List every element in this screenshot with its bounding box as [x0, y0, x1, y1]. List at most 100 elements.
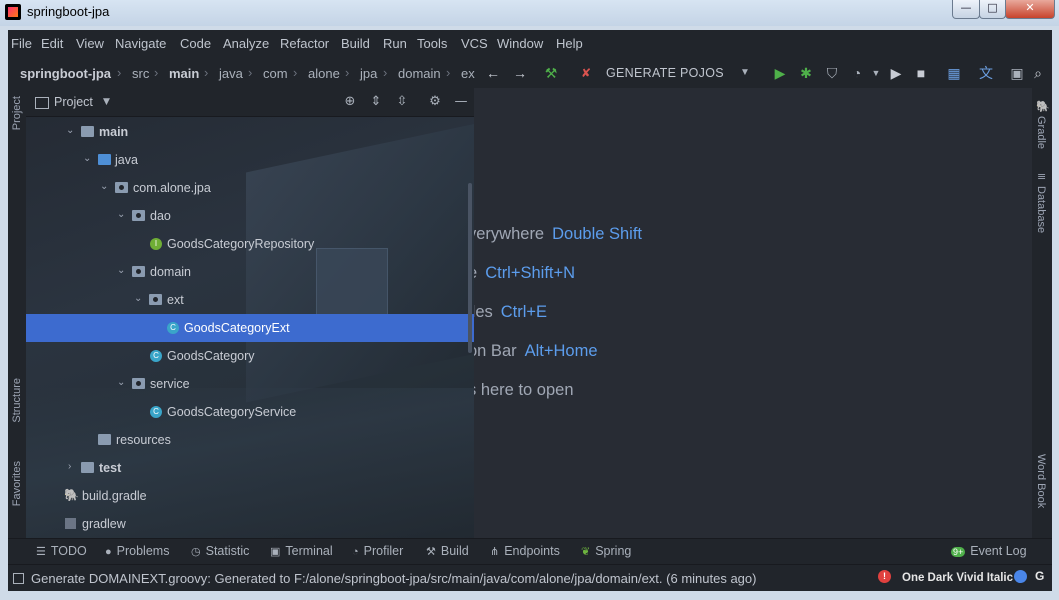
- tool-window-profiler[interactable]: ◔ Profiler: [352, 544, 403, 558]
- tree-item-java[interactable]: ⌄ java: [26, 146, 474, 174]
- tool-window-endpoints[interactable]: ⋔ Endpoints: [490, 544, 560, 558]
- chevron-down-icon[interactable]: ⌄: [100, 181, 108, 192]
- resume-icon[interactable]: ▶: [887, 64, 905, 82]
- tool-window-spring[interactable]: ❦ Spring: [581, 544, 631, 558]
- tree-item-goodscategoryext[interactable]: C GoodsCategoryExt: [26, 314, 474, 342]
- tree-item-test[interactable]: › test: [26, 454, 474, 482]
- package-icon: [115, 182, 128, 193]
- chevron-down-icon[interactable]: ⌄: [117, 209, 125, 220]
- tool-label: Event Log: [970, 544, 1027, 558]
- profiler-icon: ◔: [352, 546, 359, 558]
- tool-window-build[interactable]: ⚒ Build: [426, 544, 469, 558]
- menu-navigate[interactable]: Navigate: [115, 36, 166, 51]
- project-structure-icon[interactable]: ▦: [945, 64, 963, 82]
- breadcrumb-src[interactable]: src: [132, 66, 149, 81]
- menu-view[interactable]: View: [76, 36, 104, 51]
- expand-all-icon[interactable]: ⇕: [367, 93, 385, 111]
- tool-window-terminal[interactable]: ▣ Terminal: [270, 544, 333, 558]
- project-tool-window: Project ▼ ⊕ ⇕ ⇳ ⚙ — ⌄ main ⌄ java ⌄ com.…: [26, 88, 474, 538]
- menu-build[interactable]: Build: [341, 36, 370, 51]
- tree-item-goodscategory[interactable]: C GoodsCategory: [26, 342, 474, 370]
- tree-item-gradlew[interactable]: gradlew: [26, 510, 474, 538]
- translate-icon[interactable]: 文: [977, 64, 995, 82]
- stop-icon[interactable]: ■: [912, 64, 930, 82]
- tree-item-goodscategoryservice[interactable]: C GoodsCategoryService: [26, 398, 474, 426]
- search-icon[interactable]: ⌕: [1029, 64, 1047, 82]
- menu-tools[interactable]: Tools: [417, 36, 447, 51]
- tool-window-project[interactable]: Project: [11, 96, 23, 130]
- tool-window-word-book[interactable]: Word Book: [1035, 454, 1047, 508]
- tool-window-problems[interactable]: ● Problems: [105, 544, 169, 558]
- profiler-run-icon[interactable]: ◔: [848, 64, 866, 82]
- tree-item-build-gradle[interactable]: 🐘 build.gradle: [26, 482, 474, 510]
- hide-panel-icon[interactable]: —: [452, 93, 470, 111]
- error-indicator-icon[interactable]: !: [878, 570, 891, 583]
- tree-item-service[interactable]: ⌄ service: [26, 370, 474, 398]
- run-configuration-selector[interactable]: GENERATE POJOS: [606, 66, 724, 80]
- breadcrumb-jpa[interactable]: jpa: [360, 66, 377, 81]
- chevron-down-icon[interactable]: ⌄: [117, 377, 125, 388]
- chevron-down-icon[interactable]: ⌄: [134, 293, 142, 304]
- theme-name[interactable]: One Dark Vivid Italic: [902, 572, 1013, 584]
- menu-window[interactable]: Window: [497, 36, 543, 51]
- project-view-selector[interactable]: Project: [54, 95, 93, 109]
- tool-window-favorites[interactable]: Favorites: [11, 461, 23, 506]
- tree-item-main[interactable]: ⌄ main: [26, 118, 474, 146]
- menu-refactor[interactable]: Refactor: [280, 36, 329, 51]
- breadcrumb-ext[interactable]: ex: [461, 66, 475, 81]
- close-button[interactable]: ✕: [1005, 0, 1055, 19]
- menu-run[interactable]: Run: [383, 36, 407, 51]
- tool-window-structure[interactable]: Structure: [11, 378, 23, 423]
- gear-icon[interactable]: ⚙: [426, 93, 444, 111]
- breadcrumb-main[interactable]: main: [169, 66, 199, 81]
- tool-window-event-log[interactable]: 9+ Event Log: [951, 544, 1027, 558]
- google-icon[interactable]: G: [1035, 569, 1044, 583]
- breadcrumb-domain[interactable]: domain: [398, 66, 441, 81]
- status-message[interactable]: Generate DOMAINEXT.groovy: Generated to …: [31, 571, 756, 586]
- breadcrumb-java[interactable]: java: [219, 66, 243, 81]
- tree-item-ext[interactable]: ⌄ ext: [26, 286, 474, 314]
- breadcrumb-alone[interactable]: alone: [308, 66, 340, 81]
- collapse-all-icon[interactable]: ⇳: [393, 93, 411, 111]
- chevron-down-icon[interactable]: ▼: [103, 97, 110, 107]
- tree-item-domain[interactable]: ⌄ domain: [26, 258, 474, 286]
- minimize-button[interactable]: —: [952, 0, 980, 19]
- coverage-icon[interactable]: ⛉: [823, 64, 841, 82]
- tree-item-label: GoodsCategoryExt: [184, 321, 290, 335]
- chevron-down-icon[interactable]: ▼: [867, 64, 885, 82]
- debug-bug-icon[interactable]: ✱: [797, 64, 815, 82]
- hammer-icon[interactable]: ⚒: [542, 64, 560, 82]
- chevron-down-icon[interactable]: ⌄: [117, 265, 125, 276]
- hint-recent-files: iles Ctrl+E: [474, 303, 547, 322]
- run-icon[interactable]: ▶: [771, 64, 789, 82]
- chevron-down-icon[interactable]: ⌄: [83, 153, 91, 164]
- menu-code[interactable]: Code: [180, 36, 211, 51]
- tool-window-statistic[interactable]: ◷ Statistic: [191, 544, 249, 558]
- tree-item-goodscategoryrepository[interactable]: I GoodsCategoryRepository: [26, 230, 474, 258]
- breadcrumb-project[interactable]: springboot-jpa: [20, 66, 111, 81]
- tree-item-package-root[interactable]: ⌄ com.alone.jpa: [26, 174, 474, 202]
- forward-arrow-icon[interactable]: →: [511, 64, 529, 82]
- menu-vcs[interactable]: VCS: [461, 36, 488, 51]
- tool-window-database[interactable]: Database: [1035, 186, 1047, 233]
- tool-window-gradle[interactable]: Gradle: [1035, 116, 1047, 149]
- back-arrow-icon[interactable]: ←: [484, 64, 502, 82]
- tool-windows-toggle-icon[interactable]: [13, 573, 24, 584]
- tree-item-label: ext: [167, 293, 184, 307]
- terminal-window-icon[interactable]: ▣: [1008, 64, 1026, 82]
- menu-edit[interactable]: Edit: [41, 36, 63, 51]
- tree-scrollbar[interactable]: [468, 183, 472, 353]
- maximize-button[interactable]: □: [979, 0, 1006, 19]
- menu-analyze[interactable]: Analyze: [223, 36, 269, 51]
- chevron-down-icon[interactable]: ▼: [736, 64, 754, 82]
- chevron-right-icon[interactable]: ›: [68, 461, 71, 472]
- tree-item-dao[interactable]: ⌄ dao: [26, 202, 474, 230]
- menu-file[interactable]: File: [11, 36, 32, 51]
- menu-help[interactable]: Help: [556, 36, 583, 51]
- theme-color-icon[interactable]: [1014, 570, 1027, 583]
- tool-window-todo[interactable]: ☰ TODO: [36, 544, 87, 558]
- chevron-down-icon[interactable]: ⌄: [66, 125, 74, 136]
- breadcrumb-com[interactable]: com: [263, 66, 288, 81]
- locate-target-icon[interactable]: ⊕: [341, 93, 359, 111]
- tree-item-resources[interactable]: resources: [26, 426, 474, 454]
